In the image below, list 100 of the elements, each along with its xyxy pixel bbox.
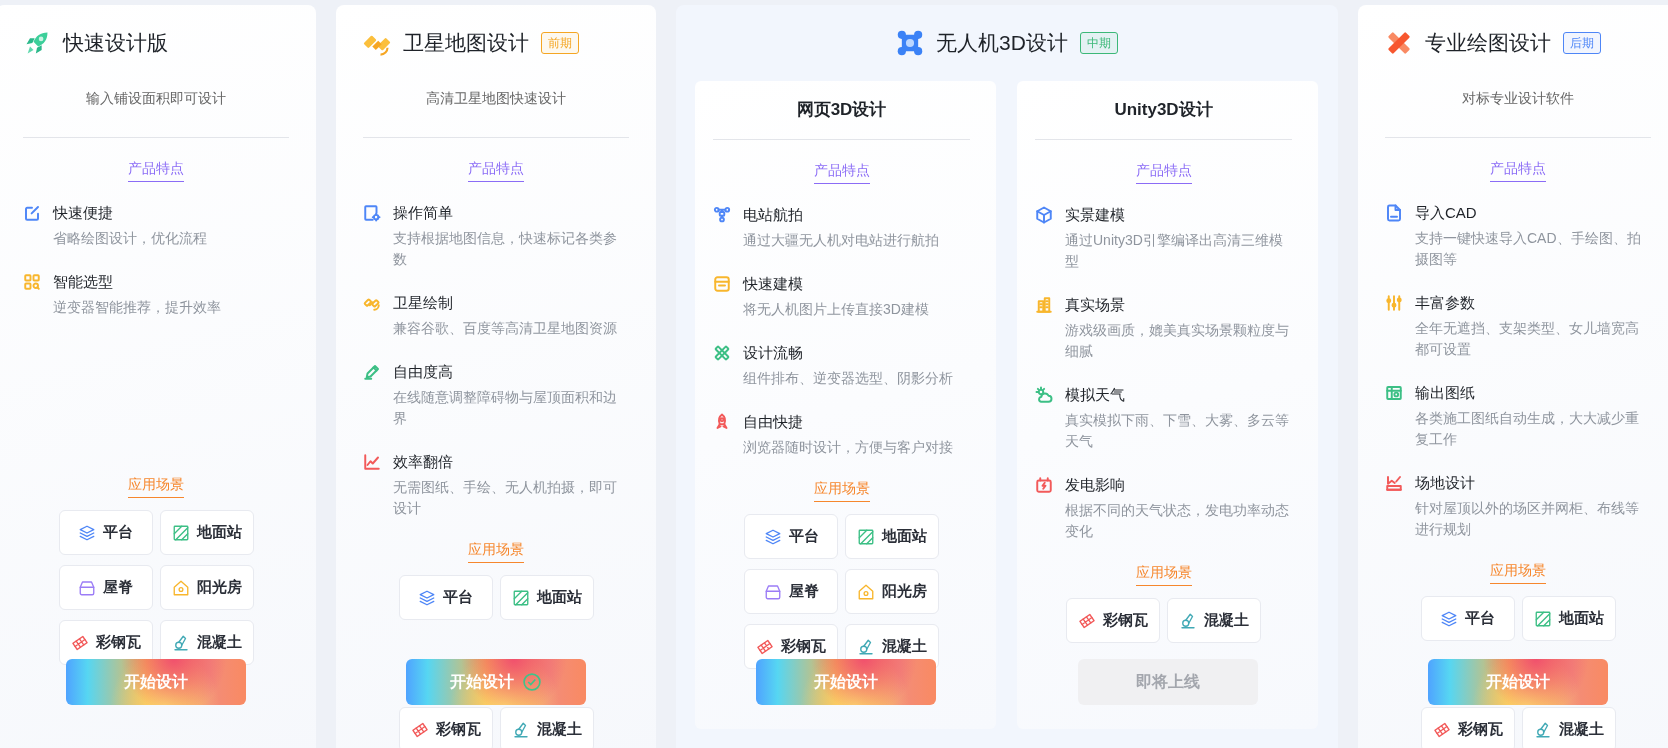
tiles-icon <box>70 633 89 652</box>
scene-tile[interactable]: 平台 <box>58 510 153 555</box>
scene-label: 地面站 <box>196 523 242 542</box>
section-heading: 产品特点 <box>1135 160 1192 184</box>
mixer-icon <box>1533 720 1552 739</box>
scene-tile[interactable]: 彩钢瓦 <box>1420 707 1515 748</box>
scene-label: 地面站 <box>1558 609 1604 628</box>
scene-tile[interactable]: 彩钢瓦 <box>398 707 493 748</box>
feature-description: 组件排布、逆变器选型、阴影分析 <box>743 369 954 388</box>
scene-tile[interactable]: 混凝土 <box>1521 707 1616 748</box>
feature-description: 在线随意调整障碍物与屋顶面积和边界 <box>393 388 618 428</box>
layers-icon <box>418 588 436 607</box>
feature-description: 真实模拟下雨、下雪、大雾、多云等天气 <box>1065 411 1290 451</box>
scene-label: 彩钢瓦 <box>1457 720 1503 739</box>
tiles-icon <box>756 637 774 656</box>
feature-description: 无需图纸、手绘、无人机拍摄，即可设计 <box>393 478 618 518</box>
feature-description: 将无人机图片上传直接3D建模 <box>743 300 930 319</box>
scene-tile[interactable]: 阳光房 <box>845 569 939 614</box>
stage-tag: 前期 <box>541 32 579 54</box>
tray-icon <box>78 578 96 597</box>
feature-title: 真实场景 <box>1065 295 1126 315</box>
card-subtitle: 输入铺设面积即可设计 <box>85 89 227 108</box>
section-heading: 应用场景 <box>1135 562 1192 586</box>
section-heading: 产品特点 <box>128 158 184 182</box>
feature-description: 支持一键快速导入CAD、手绘图、拍摄图等 <box>1415 229 1642 269</box>
feature-description: 针对屋顶以外的场区并网柜、布线等进行规划 <box>1415 499 1640 539</box>
scene-label: 平台 <box>443 588 473 607</box>
scene-label: 混凝土 <box>882 637 927 656</box>
scene-label: 阳光房 <box>196 578 242 597</box>
drone-icon <box>896 29 925 57</box>
layers-icon <box>78 523 96 542</box>
feature-title: 场地设计 <box>1415 473 1476 493</box>
scene-label: 混凝土 <box>1204 611 1249 630</box>
scene-label: 混凝土 <box>536 720 582 739</box>
feature-title: 卫星绘制 <box>393 293 454 313</box>
scene-tile[interactable]: 混凝土 <box>1167 598 1261 643</box>
feature-description: 游戏级画质，媲美真实场景颗粒度与细腻 <box>1065 321 1290 361</box>
mixer-icon <box>1179 611 1197 630</box>
card-title: 卫星地图设计 <box>403 30 529 56</box>
feature-description: 各类施工图纸自动生成，大大减少重复工作 <box>1415 409 1640 449</box>
scene-tile[interactable]: 阳光房 <box>159 565 254 610</box>
feature-title: 导入CAD <box>1415 203 1478 223</box>
feature-description: 浏览器随时设计，方便与客户对接 <box>743 438 954 457</box>
scene-label: 平台 <box>103 523 133 542</box>
section-heading: 应用场景 <box>1490 560 1546 584</box>
feature-description: 省略绘图设计，优化流程 <box>53 229 208 248</box>
scene-tile[interactable]: 地面站 <box>1521 596 1616 641</box>
feature-description: 通过Unity3D引擎编译出高清三维模型 <box>1065 231 1284 271</box>
stage-tag: 中期 <box>1079 32 1118 54</box>
feature-title: 输出图纸 <box>1415 383 1476 403</box>
section-heading: 应用场景 <box>128 474 184 498</box>
scene-label: 屋脊 <box>103 578 133 597</box>
feature-description: 逆变器智能推荐，提升效率 <box>53 298 222 317</box>
scene-tile[interactable]: 地面站 <box>159 510 254 555</box>
panel-title: 网页3D设计 <box>795 99 888 121</box>
tiles-icon <box>1078 611 1096 630</box>
scene-label: 彩钢瓦 <box>95 633 141 652</box>
scene-label: 彩钢瓦 <box>1103 611 1148 630</box>
tiles-icon <box>410 720 429 739</box>
feature-title: 快速建模 <box>743 274 804 294</box>
section-heading: 产品特点 <box>813 160 870 184</box>
section-heading: 产品特点 <box>468 158 524 182</box>
scene-tile[interactable]: 平台 <box>1420 596 1515 641</box>
section-heading: 产品特点 <box>1490 158 1546 182</box>
scene-label: 地面站 <box>536 588 582 607</box>
feature-title: 自由快捷 <box>743 412 804 432</box>
card-title: 无人机3D设计 <box>936 30 1068 56</box>
scene-tile[interactable]: 屋脊 <box>744 569 838 614</box>
feature-title: 效率翻倍 <box>393 452 454 472</box>
feature-title: 自由度高 <box>393 362 454 382</box>
scene-tile[interactable]: 平台 <box>398 575 493 620</box>
feature-title: 丰富参数 <box>1415 293 1476 313</box>
scene-tile[interactable]: 彩钢瓦 <box>1066 598 1160 643</box>
card-title: 专业绘图设计 <box>1425 30 1551 56</box>
scene-label: 地面站 <box>882 527 927 546</box>
scene-label: 屋脊 <box>788 582 819 601</box>
tiles-icon <box>1432 720 1451 739</box>
scene-label: 阳光房 <box>882 582 927 601</box>
scene-label: 平台 <box>1465 609 1495 628</box>
scene-tile[interactable]: 混凝土 <box>499 707 594 748</box>
scene-tile[interactable]: 平台 <box>744 514 838 559</box>
house-icon <box>857 582 875 601</box>
scene-label: 彩钢瓦 <box>435 720 481 739</box>
feature-title: 操作简单 <box>393 203 454 223</box>
scene-tile[interactable]: 地面站 <box>845 514 939 559</box>
feature-description: 兼容谷歌、百度等高清卫星地图资源 <box>393 319 618 338</box>
feature-title: 快速便捷 <box>53 203 114 223</box>
feature-title: 实景建模 <box>1065 205 1126 225</box>
scene-tile[interactable]: 地面站 <box>499 575 594 620</box>
feature-description: 根据不同的天气状态，发电功率动态变化 <box>1065 501 1290 541</box>
feature-title: 模拟天气 <box>1065 385 1126 405</box>
tray-icon <box>763 582 782 601</box>
layers-icon <box>1440 609 1458 628</box>
stage-tag: 后期 <box>1563 32 1601 54</box>
feature-title: 发电影响 <box>1065 475 1126 495</box>
mixer-icon <box>857 637 875 656</box>
scene-label: 混凝土 <box>1558 720 1604 739</box>
feature-title: 设计流畅 <box>743 343 804 363</box>
scene-label: 平台 <box>788 527 819 546</box>
scene-tile[interactable]: 屋脊 <box>58 565 153 610</box>
